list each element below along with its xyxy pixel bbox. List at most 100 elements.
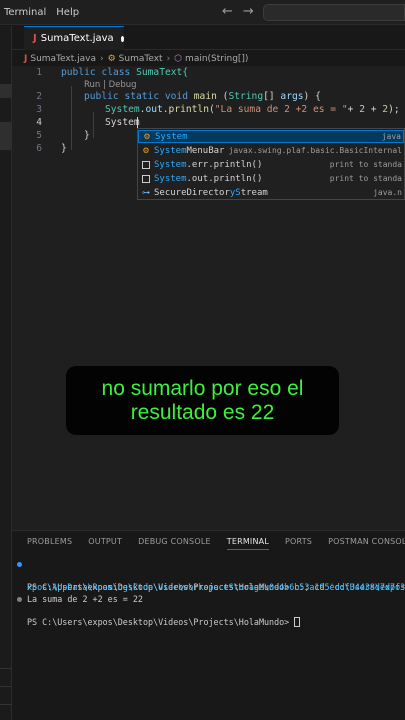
code-line-6: } <box>61 143 67 154</box>
tab-output[interactable]: OUTPUT <box>88 537 122 550</box>
terminal-path-continued: xpos\AppData\Roaming\Code\User\workspace… <box>27 582 405 592</box>
breadcrumb-file[interactable]: SumaText.java <box>30 54 96 64</box>
indent-guide <box>71 86 72 150</box>
code-line-1: public class SumaText{ <box>61 66 188 79</box>
class-ref: System <box>105 104 140 115</box>
panel-tabs: PROBLEMS OUTPUT DEBUG CONSOLE TERMINAL P… <box>27 537 405 550</box>
tab-debug-console[interactable]: DEBUG CONSOLE <box>138 537 211 550</box>
editor-tab-bar: J SumaText.java <box>12 26 405 50</box>
caption-line: no sumarlo por eso el <box>101 376 304 400</box>
suggestion-item[interactable]: ⚙ SystemMenuBar javax.swing.plaf.basic.B… <box>138 144 404 157</box>
keyword: static <box>124 91 160 102</box>
menu-terminal[interactable]: Terminal <box>0 7 50 18</box>
string-literal: "La suma de 2 +2 es = " <box>214 104 348 115</box>
punctuation: [] <box>263 91 281 102</box>
code-line-2: public static void main (String[] args) … <box>84 90 321 103</box>
line-number: 4 <box>36 117 42 128</box>
suggestion-rest: SecureDirector <box>154 187 230 198</box>
prompt-decoration-icon <box>17 596 22 602</box>
suggestion-item[interactable]: ⚙ System java <box>138 130 404 143</box>
line-number: 2 <box>36 91 42 102</box>
suggestion-detail: print to standa <box>329 174 402 183</box>
class-name: SumaText{ <box>136 67 189 78</box>
divider <box>0 704 12 705</box>
suggestion-rest: tream <box>240 187 268 198</box>
tab-postman-console[interactable]: POSTMAN CONSOLE <box>328 537 405 550</box>
command-center-search[interactable] <box>263 4 405 21</box>
punctuation: ) { <box>303 91 321 102</box>
interface-icon: ⊶ <box>142 188 150 197</box>
keyword: public <box>84 91 119 102</box>
tab-terminal[interactable]: TERMINAL <box>226 537 270 550</box>
suggestion-item[interactable]: System.err.println() print to standa <box>138 158 404 171</box>
line-number: 1 <box>36 67 42 78</box>
keyword: void <box>164 91 188 102</box>
menu-help[interactable]: Help <box>52 7 83 18</box>
suggestion-match: System <box>154 159 187 170</box>
punctuation: ); <box>388 104 400 115</box>
suggestion-detail: print to standa <box>329 160 402 169</box>
divider <box>0 686 12 687</box>
keyword: class <box>101 67 131 78</box>
java-file-icon: J <box>33 33 37 44</box>
tab-problems[interactable]: PROBLEMS <box>27 537 72 550</box>
snippet-icon <box>142 174 150 183</box>
suggestion-item[interactable]: System.out.println() print to standa <box>138 172 404 185</box>
operator: + <box>347 104 360 115</box>
codelens-run-debug[interactable]: Run | Debug <box>84 80 137 90</box>
unsaved-dot-icon[interactable] <box>120 35 124 42</box>
caption-line: resultado es 22 <box>130 400 275 424</box>
suggestion-match: System <box>154 173 187 184</box>
suggestion-rest: .err.println() <box>186 159 263 170</box>
punctuation: ( <box>216 91 229 102</box>
suggestion-item[interactable]: ⊶ SecureDirectoryStream java.n <box>138 186 404 199</box>
suggestion-detail: java.n <box>373 188 402 197</box>
method-name: main <box>193 91 217 102</box>
code-line-3: System.out.println("La suma de 2 +2 es =… <box>105 103 400 116</box>
arrow-left-icon[interactable]: ← <box>222 4 233 19</box>
variable: args <box>280 91 304 102</box>
activity-bar <box>0 26 12 720</box>
activity-indicator <box>0 84 12 98</box>
suggestion-match: yS <box>229 187 241 198</box>
terminal-line: PS C:\Users\expos\Desktop\Videos\Project… <box>12 559 405 592</box>
tab-ports[interactable]: PORTS <box>285 537 312 550</box>
terminal-output[interactable]: PS C:\Users\expos\Desktop\Videos\Project… <box>12 559 405 628</box>
class-icon: ⚙ <box>143 132 151 141</box>
suggestion-detail: java <box>381 132 401 141</box>
suggestion-rest: .out.println() <box>186 173 263 184</box>
chevron-right-icon: › <box>166 54 171 64</box>
suggestion-match: System <box>154 145 187 156</box>
type-name: String <box>228 91 264 102</box>
breadcrumb: J SumaText.java › ⚙ SumaText › ⬡ main(St… <box>24 52 248 66</box>
method-call: println <box>168 104 209 115</box>
line-number: 6 <box>36 143 42 154</box>
tab-label: SumaText.java <box>40 33 114 44</box>
command-success-icon <box>17 562 22 567</box>
method-icon: ⬡ <box>174 54 183 64</box>
class-icon: ⚙ <box>107 54 116 64</box>
chevron-right-icon: › <box>99 54 104 64</box>
arrow-right-icon[interactable]: → <box>243 4 254 19</box>
suggestion-rest: MenuBar <box>186 145 225 156</box>
typed-text: System <box>105 117 140 128</box>
breadcrumb-class[interactable]: SumaText <box>119 54 163 64</box>
tab-sumatext-java[interactable]: J SumaText.java <box>24 26 124 50</box>
java-file-icon: J <box>24 54 28 64</box>
line-number: 5 <box>36 130 42 141</box>
code-line-5: } <box>84 130 90 141</box>
suggestion-match: System <box>155 131 188 142</box>
keyword: public <box>61 67 96 78</box>
class-icon: ⚙ <box>142 146 150 155</box>
breadcrumb-method[interactable]: main(String[]) <box>185 54 248 64</box>
field-ref: out <box>145 104 163 115</box>
terminal-cursor <box>294 616 301 627</box>
terminal-line: PS C:\Users\expos\Desktop\Videos\Project… <box>12 594 405 640</box>
snippet-icon <box>142 160 150 169</box>
operator: + <box>364 104 383 115</box>
title-bar: Terminal Help ← → <box>0 0 405 25</box>
video-caption: no sumarlo por eso el resultado es 22 <box>66 366 339 435</box>
activity-indicator <box>0 122 12 150</box>
suggestion-detail: javax.swing.plaf.basic.BasicInternal <box>228 146 402 155</box>
indent-guide <box>93 112 94 138</box>
